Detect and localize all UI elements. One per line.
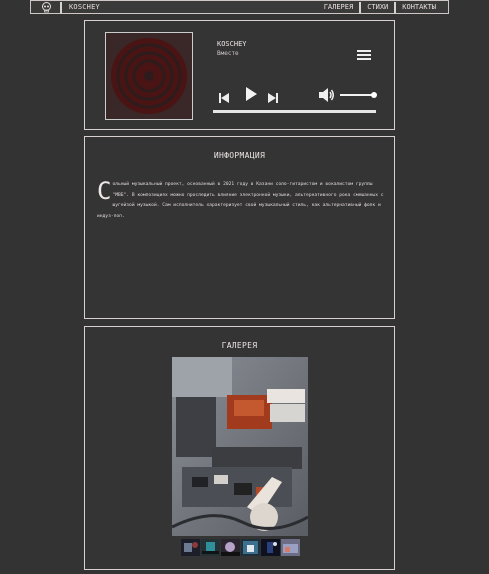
skip-next-icon (268, 93, 278, 103)
gallery-thumbnail[interactable] (221, 539, 240, 556)
mute-button[interactable] (319, 87, 335, 106)
music-player: KOSCHEY Вместе (84, 20, 395, 130)
nav-divider (394, 1, 397, 13)
next-track-button[interactable] (268, 88, 278, 107)
track-progress-bar[interactable] (213, 110, 376, 113)
drop-cap: С (97, 177, 112, 205)
top-navigation-bar: KOSCHEY ГАЛЕРЕЯ СТИХИ КОНТАКТЫ (30, 0, 449, 14)
volume-icon (319, 88, 334, 102)
nav-link-poems[interactable]: СТИХИ (367, 3, 388, 11)
gallery-thumbnail[interactable] (241, 539, 260, 556)
gallery-thumbnail[interactable] (281, 539, 300, 556)
track-title: Вместе (217, 50, 239, 57)
nav-divider (60, 1, 62, 13)
skip-previous-icon (219, 93, 229, 103)
gallery-thumbnail[interactable] (261, 539, 280, 556)
info-body: ольный музыкальный проект, основанный в … (97, 182, 384, 219)
nav-link-contacts[interactable]: КОНТАКТЫ (402, 3, 436, 11)
volume-slider[interactable] (340, 94, 373, 96)
play-button[interactable] (244, 86, 258, 105)
info-section: ИНФОРМАЦИЯ С ольный музыкальный проект, … (84, 136, 395, 319)
skull-logo-icon[interactable] (39, 1, 53, 13)
gallery-thumbnail[interactable] (201, 539, 220, 556)
album-cover (105, 32, 193, 120)
nav-links: ГАЛЕРЕЯ СТИХИ КОНТАКТЫ (324, 1, 436, 13)
gallery-title: ГАЛЕРЕЯ (221, 341, 258, 350)
playlist-menu-button[interactable] (357, 48, 371, 60)
gallery-main-photo[interactable] (172, 357, 308, 536)
info-title: ИНФОРМАЦИЯ (213, 151, 266, 160)
track-artist: KOSCHEY (217, 40, 247, 48)
vinyl-record-icon (106, 33, 192, 119)
gallery-section: ГАЛЕРЕЯ (84, 326, 395, 570)
info-description: С ольный музыкальный проект, основанный … (97, 177, 385, 222)
previous-track-button[interactable] (219, 88, 229, 107)
play-icon (246, 87, 257, 101)
brand-name[interactable]: KOSCHEY (69, 3, 100, 11)
nav-divider (359, 1, 362, 13)
nav-link-gallery[interactable]: ГАЛЕРЕЯ (324, 3, 354, 11)
volume-slider-handle[interactable] (371, 92, 377, 98)
gallery-thumbnail[interactable] (181, 539, 200, 556)
gallery-thumbnails (181, 539, 301, 556)
